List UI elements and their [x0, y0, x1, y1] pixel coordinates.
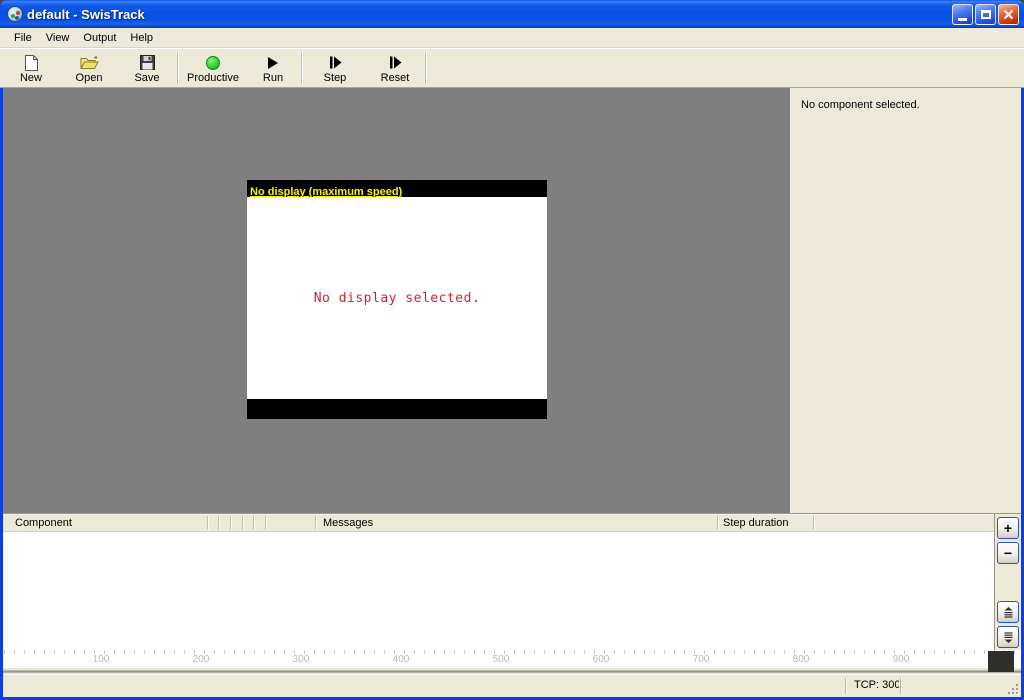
run-label: Run — [263, 72, 283, 84]
menu-view[interactable]: View — [39, 29, 77, 47]
component-list-body[interactable] — [3, 532, 994, 650]
maximize-button[interactable] — [975, 4, 996, 25]
zoom-out-button[interactable]: − — [997, 542, 1019, 564]
toolbar-separator — [301, 52, 303, 84]
toolbar: New Open Save Productive Run — [0, 48, 1024, 88]
scroll-top-button[interactable] — [997, 601, 1019, 623]
new-document-icon — [24, 54, 38, 71]
open-label: Open — [76, 72, 103, 84]
save-label: Save — [134, 72, 159, 84]
minimize-icon — [958, 18, 967, 21]
component-list-panel: Component Messages Step duration — [3, 513, 1021, 697]
step-button[interactable]: Step — [304, 49, 366, 87]
step-icon — [328, 54, 342, 71]
ruler-corner-box — [988, 651, 1014, 672]
productive-label: Productive — [187, 72, 239, 84]
ruler-label: 300 — [284, 654, 318, 665]
title-bar[interactable]: default - SwisTrack — [0, 0, 1024, 28]
reset-button[interactable]: Reset — [366, 49, 424, 87]
minimize-button[interactable] — [952, 4, 973, 25]
app-icon[interactable] — [7, 6, 23, 22]
window-controls — [952, 4, 1019, 25]
menu-output[interactable]: Output — [76, 29, 123, 47]
ruler-label: 700 — [684, 654, 718, 665]
canvas-area: No display (maximum speed) No display se… — [3, 88, 790, 513]
column-separator — [813, 516, 815, 530]
column-header-messages[interactable]: Messages — [323, 517, 373, 529]
list-header: Component Messages Step duration — [3, 514, 994, 532]
column-separator — [253, 516, 255, 530]
reset-icon — [388, 54, 402, 71]
status-separator — [900, 678, 902, 694]
new-button[interactable]: New — [2, 49, 60, 87]
display-panel-body: No display selected. — [247, 197, 547, 399]
ruler-label: 500 — [484, 654, 518, 665]
maximize-icon — [981, 10, 991, 19]
display-message: No display selected. — [314, 291, 481, 306]
close-icon — [1003, 9, 1014, 20]
productive-button[interactable]: Productive — [180, 49, 246, 87]
column-separator — [242, 516, 244, 530]
column-separator — [207, 516, 209, 530]
ruler-label: 600 — [584, 654, 618, 665]
status-separator — [845, 678, 847, 694]
run-icon — [268, 54, 278, 71]
toolbar-separator — [177, 52, 179, 84]
column-separator — [265, 516, 267, 530]
column-separator — [717, 516, 719, 530]
ruler-label: 100 — [84, 654, 118, 665]
toolbar-separator — [425, 52, 427, 84]
status-bar: TCP: 3000 — [3, 674, 1021, 697]
step-label: Step — [324, 72, 347, 84]
component-settings-panel: No component selected. — [790, 88, 1021, 513]
display-panel: No display (maximum speed) No display se… — [247, 180, 547, 419]
reset-label: Reset — [381, 72, 410, 84]
timeline-ruler: 100 200 300 400 500 600 700 800 900 1000 — [3, 650, 1021, 668]
display-panel-header[interactable]: No display (maximum speed) — [247, 180, 547, 197]
no-component-message: No component selected. — [801, 99, 920, 111]
window-title: default - SwisTrack — [27, 7, 952, 22]
component-list: Component Messages Step duration — [3, 514, 995, 650]
zoom-in-button[interactable]: + — [997, 517, 1019, 539]
scroll-top-icon — [1003, 607, 1014, 618]
column-separator — [230, 516, 232, 530]
run-button[interactable]: Run — [246, 49, 300, 87]
column-separator — [218, 516, 220, 530]
save-floppy-icon — [140, 54, 155, 71]
ruler-label: 400 — [384, 654, 418, 665]
ruler-label: 800 — [784, 654, 818, 665]
menu-file[interactable]: File — [7, 29, 39, 47]
menu-bar: File View Output Help — [0, 28, 1024, 48]
main-area: No display (maximum speed) No display se… — [3, 88, 1021, 513]
list-toolbar: + − — [995, 514, 1021, 650]
column-header-step-duration[interactable]: Step duration — [723, 517, 788, 529]
resize-grip[interactable] — [1007, 683, 1020, 696]
menu-help[interactable]: Help — [123, 29, 160, 47]
ruler-label: 900 — [884, 654, 918, 665]
open-folder-icon — [80, 54, 99, 71]
scroll-bottom-icon — [1003, 632, 1014, 643]
component-list-row: Component Messages Step duration — [3, 514, 1021, 650]
display-panel-footer — [247, 399, 547, 419]
save-button[interactable]: Save — [118, 49, 176, 87]
new-label: New — [20, 72, 42, 84]
productive-status-icon — [206, 54, 220, 71]
open-button[interactable]: Open — [60, 49, 118, 87]
ruler-label: 200 — [184, 654, 218, 665]
column-separator — [315, 516, 317, 530]
window-frame: No display (maximum speed) No display se… — [0, 88, 1024, 697]
app-window: default - SwisTrack File View Output Hel… — [0, 0, 1024, 700]
column-header-component[interactable]: Component — [15, 517, 72, 529]
close-button[interactable] — [998, 4, 1019, 25]
status-tcp: TCP: 3000 — [854, 679, 899, 691]
scroll-bottom-button[interactable] — [997, 626, 1019, 648]
